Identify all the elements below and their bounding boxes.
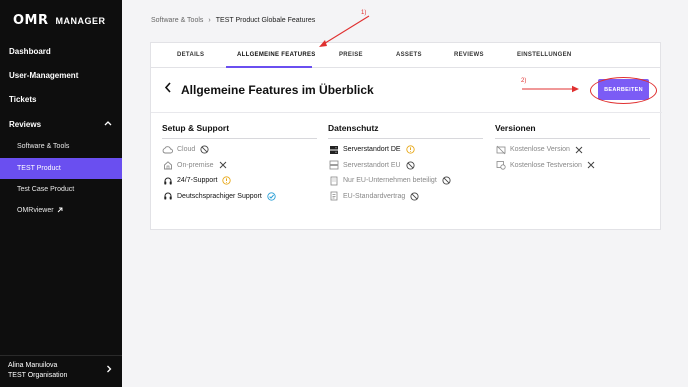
feature-cloud: Cloud bbox=[162, 142, 317, 158]
sidebar-item-user-management[interactable]: User-Management bbox=[9, 71, 78, 80]
cross-icon bbox=[587, 161, 596, 170]
cloud-icon bbox=[162, 144, 173, 155]
feature-label: Nur EU-Unternehmen beteiligt bbox=[343, 177, 437, 185]
tab-einstellungen[interactable]: EINSTELLUNGEN bbox=[517, 52, 572, 58]
sidebar-subitem-test-product[interactable]: TEST Product bbox=[0, 158, 122, 179]
section-setup-support: Setup & Support Cloud On-premise 24/7-Su… bbox=[162, 123, 317, 204]
tab-preise[interactable]: PREISE bbox=[339, 52, 363, 58]
feature-24-7-support: 24/7-Support bbox=[162, 173, 317, 189]
server-icon bbox=[328, 144, 339, 155]
breadcrumb-parent[interactable]: Software & Tools bbox=[151, 17, 203, 24]
breadcrumb-separator: › bbox=[208, 17, 211, 24]
logo-text: MANAGER bbox=[55, 15, 106, 26]
feature-label: 24/7-Support bbox=[177, 177, 218, 185]
info-icon bbox=[405, 145, 415, 154]
sidebar-subitem-software-tools[interactable]: Software & Tools bbox=[0, 136, 122, 157]
section-title: Datenschutz bbox=[328, 123, 483, 139]
check-icon bbox=[267, 192, 276, 201]
info-icon bbox=[222, 176, 232, 185]
logo[interactable]: OMR MANAGER bbox=[13, 13, 106, 28]
logo-mark: OMR bbox=[13, 13, 49, 28]
tab-details[interactable]: DETAILS bbox=[177, 52, 204, 58]
feature-label: Serverstandort EU bbox=[343, 161, 401, 169]
tab-reviews[interactable]: REVIEWS bbox=[454, 52, 484, 58]
building-icon bbox=[328, 175, 339, 186]
annotation-arrow-2 bbox=[522, 85, 579, 93]
panel-header: Allgemeine Features im Überblick BEARBEI… bbox=[151, 68, 662, 113]
features-panel: Allgemeine Features im Überblick BEARBEI… bbox=[150, 68, 662, 230]
section-versionen: Versionen Kostenlose Version Kostenlose … bbox=[495, 123, 650, 173]
feature-serverstandort-de: Serverstandort DE bbox=[328, 142, 483, 158]
headset-icon bbox=[162, 175, 173, 186]
sidebar-subitem-label: Test Case Product bbox=[17, 186, 75, 193]
feature-on-premise: On-premise bbox=[162, 158, 317, 174]
house-icon bbox=[162, 160, 173, 171]
page-title: Allgemeine Features im Überblick bbox=[181, 83, 374, 97]
breadcrumb-current: TEST Product Globale Features bbox=[215, 17, 316, 24]
section-title: Versionen bbox=[495, 123, 650, 139]
chevron-right-icon[interactable] bbox=[106, 365, 112, 375]
trial-icon bbox=[495, 160, 506, 171]
annotation-arrow-1 bbox=[319, 15, 370, 47]
feature-label: EU-Standardvertrag bbox=[343, 192, 406, 200]
sidebar-subitem-label: Software & Tools bbox=[17, 143, 70, 150]
server-icon bbox=[328, 160, 339, 171]
feature-eu-standardvertrag: EU-Standardvertrag bbox=[328, 189, 483, 205]
annotation-highlight-circle bbox=[590, 77, 657, 104]
annotation-label-2: 2) bbox=[521, 78, 527, 84]
sidebar-subitem-label: OMRviewer bbox=[17, 207, 54, 214]
feature-nur-eu-unternehmen: Nur EU-Unternehmen beteiligt bbox=[328, 173, 483, 189]
user-profile[interactable]: Alina Manuilova TEST Organisation bbox=[0, 355, 122, 387]
sidebar-item-tickets[interactable]: Tickets bbox=[9, 95, 36, 104]
not-available-icon bbox=[406, 161, 415, 170]
sidebar-subitem-omrviewer[interactable]: OMRviewer bbox=[0, 200, 122, 221]
user-organisation: TEST Organisation bbox=[8, 372, 68, 379]
not-available-icon bbox=[442, 176, 451, 185]
user-name: Alina Manuilova bbox=[8, 362, 58, 369]
price-tag-icon bbox=[495, 144, 506, 155]
sidebar-item-dashboard[interactable]: Dashboard bbox=[9, 47, 51, 56]
feature-label: On-premise bbox=[177, 161, 214, 169]
feature-label: Deutschsprachiger Support bbox=[177, 192, 262, 200]
feature-label: Kostenlose Testversion bbox=[510, 161, 582, 169]
tab-allgemeine-features[interactable]: ALLGEMEINE FEATURES bbox=[237, 52, 316, 58]
section-title: Setup & Support bbox=[162, 123, 317, 139]
sidebar-subitem-label: TEST Product bbox=[17, 165, 61, 172]
section-datenschutz: Datenschutz Serverstandort DE Serverstan… bbox=[328, 123, 483, 204]
feature-kostenlose-version: Kostenlose Version bbox=[495, 142, 650, 158]
headset-icon bbox=[162, 191, 173, 202]
tab-bar: DETAILS ALLGEMEINE FEATURES PREISE ASSET… bbox=[150, 42, 661, 68]
cross-icon bbox=[575, 145, 584, 154]
chevron-up-icon[interactable] bbox=[104, 118, 112, 128]
feature-label: Kostenlose Version bbox=[510, 146, 570, 154]
back-arrow-icon[interactable] bbox=[164, 82, 172, 96]
not-available-icon bbox=[200, 145, 209, 154]
sidebar-item-reviews[interactable]: Reviews bbox=[9, 120, 41, 129]
feature-label: Cloud bbox=[177, 146, 196, 154]
feature-label: Serverstandort DE bbox=[343, 146, 401, 154]
external-link-icon bbox=[57, 207, 63, 215]
document-icon bbox=[328, 191, 339, 202]
sidebar-subitem-test-case-product[interactable]: Test Case Product bbox=[0, 179, 122, 200]
feature-kostenlose-testversion: Kostenlose Testversion bbox=[495, 158, 650, 174]
sidebar: OMR MANAGER Dashboard User-Management Ti… bbox=[0, 0, 122, 387]
feature-deutschsprachiger-support: Deutschsprachiger Support bbox=[162, 189, 317, 205]
cross-icon bbox=[219, 161, 228, 170]
tab-assets[interactable]: ASSETS bbox=[396, 52, 422, 58]
not-available-icon bbox=[410, 192, 419, 201]
breadcrumb: Software & Tools › TEST Product Globale … bbox=[151, 17, 315, 24]
feature-serverstandort-eu: Serverstandort EU bbox=[328, 158, 483, 174]
